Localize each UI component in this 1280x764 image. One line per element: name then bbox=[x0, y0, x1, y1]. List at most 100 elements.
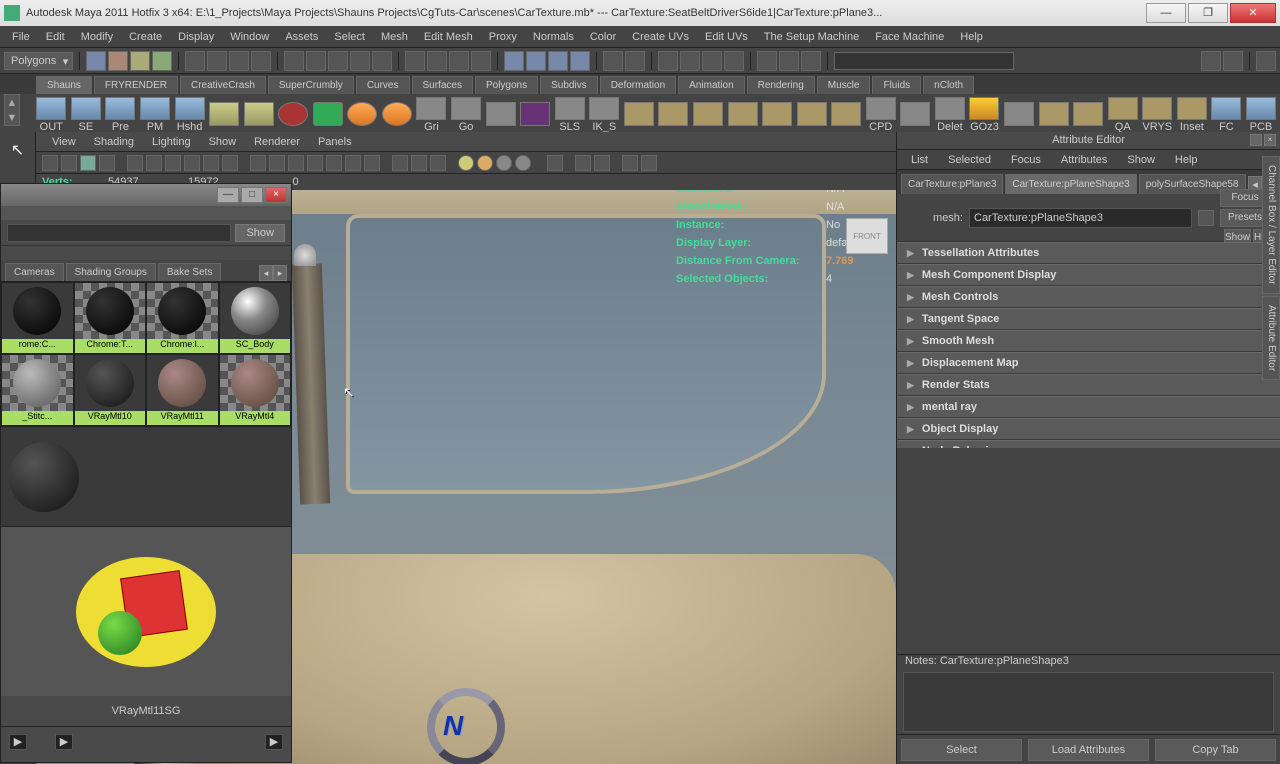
shelf-button[interactable]: SLS bbox=[554, 97, 585, 133]
tool-button[interactable] bbox=[471, 51, 491, 71]
panel-tool-button[interactable] bbox=[430, 155, 446, 171]
shelf-button[interactable] bbox=[796, 97, 827, 133]
tool-button[interactable] bbox=[526, 51, 546, 71]
panel-tool-button[interactable] bbox=[269, 155, 285, 171]
select-tool-icon[interactable]: ↖ bbox=[4, 138, 32, 162]
ae-menu-item[interactable]: Focus bbox=[1003, 152, 1049, 168]
panel-tool-button[interactable] bbox=[307, 155, 323, 171]
shelf-button[interactable] bbox=[278, 97, 309, 133]
shelf-button[interactable]: Gri bbox=[416, 97, 447, 133]
shelf-tab[interactable]: CreativeCrash bbox=[180, 76, 266, 94]
shelf-button[interactable] bbox=[382, 97, 413, 133]
shelf-button[interactable]: CPD bbox=[866, 97, 897, 133]
menu-item[interactable]: Help bbox=[952, 28, 991, 46]
shelf-button[interactable]: OUT bbox=[36, 97, 67, 133]
material-swatch[interactable]: Chrome:T... bbox=[74, 282, 147, 354]
shelf-tab[interactable]: FRYRENDER bbox=[94, 76, 178, 94]
ae-menu-item[interactable]: Show bbox=[1119, 152, 1163, 168]
panel-tool-button[interactable] bbox=[326, 155, 342, 171]
tool-button[interactable] bbox=[702, 51, 722, 71]
tool-button[interactable] bbox=[130, 51, 150, 71]
tool-button[interactable] bbox=[306, 51, 326, 71]
command-input[interactable] bbox=[834, 52, 1014, 70]
panel-tool-button[interactable] bbox=[641, 155, 657, 171]
maximize-button[interactable]: ❐ bbox=[1188, 3, 1228, 23]
menu-item[interactable]: Edit Mesh bbox=[416, 28, 481, 46]
ae-section-header[interactable]: ▶Smooth Mesh bbox=[897, 330, 1280, 352]
panel-tool-button[interactable] bbox=[99, 155, 115, 171]
shelf-button[interactable]: FC bbox=[1211, 97, 1242, 133]
panel-tool-button[interactable] bbox=[250, 155, 266, 171]
panel-tool-button[interactable] bbox=[364, 155, 380, 171]
shelf-tab[interactable]: SuperCrumbly bbox=[268, 76, 354, 94]
menu-item[interactable]: Select bbox=[326, 28, 373, 46]
ae-section-header[interactable]: ▶mental ray bbox=[897, 396, 1280, 418]
panel-tool-button[interactable] bbox=[127, 155, 143, 171]
menu-item[interactable]: Normals bbox=[525, 28, 582, 46]
shelf-tab[interactable]: Surfaces bbox=[412, 76, 473, 94]
panel-tool-button[interactable] bbox=[80, 155, 96, 171]
tool-button[interactable] bbox=[251, 51, 271, 71]
tool-button[interactable] bbox=[328, 51, 348, 71]
ae-node-tab[interactable]: CarTexture:pPlane3 bbox=[901, 174, 1003, 194]
ae-section-header[interactable]: ▶Displacement Map bbox=[897, 352, 1280, 374]
tool-button[interactable] bbox=[757, 51, 777, 71]
tool-button[interactable] bbox=[207, 51, 227, 71]
tool-button[interactable] bbox=[229, 51, 249, 71]
menu-item[interactable]: Proxy bbox=[481, 28, 525, 46]
tool-button[interactable] bbox=[570, 51, 590, 71]
tab-next-icon[interactable]: ▸ bbox=[273, 265, 287, 281]
tool-button[interactable] bbox=[284, 51, 304, 71]
ae-menu-item[interactable]: Selected bbox=[940, 152, 999, 168]
ae-section-header[interactable]: ▶Node Behavior bbox=[897, 440, 1280, 448]
shelf-tab[interactable]: Muscle bbox=[817, 76, 871, 94]
maximize-icon[interactable]: □ bbox=[241, 187, 263, 203]
panel-tool-button[interactable] bbox=[458, 155, 474, 171]
play-fwd-icon[interactable]: ▶ bbox=[265, 734, 283, 750]
minimize-icon[interactable]: — bbox=[217, 187, 239, 203]
shelf-button[interactable]: Delet bbox=[935, 97, 966, 133]
shelf-button[interactable] bbox=[1004, 97, 1035, 133]
shelf-button[interactable]: SE bbox=[71, 97, 102, 133]
tool-button[interactable] bbox=[449, 51, 469, 71]
shelf-button[interactable] bbox=[313, 97, 344, 133]
close-panel-icon[interactable]: × bbox=[1264, 134, 1276, 146]
shelf-button[interactable]: Go bbox=[451, 97, 482, 133]
shelf-button[interactable]: PCB bbox=[1246, 97, 1277, 133]
play-back-icon[interactable]: ▶ bbox=[9, 734, 27, 750]
menu-item[interactable]: Create bbox=[121, 28, 170, 46]
shelf-button[interactable] bbox=[1073, 97, 1104, 133]
menu-item[interactable]: Create UVs bbox=[624, 28, 697, 46]
undock-icon[interactable] bbox=[1250, 134, 1262, 146]
attribute-editor-tab[interactable]: Attribute Editor bbox=[1262, 296, 1280, 380]
panel-tool-button[interactable] bbox=[184, 155, 200, 171]
menu-item[interactable]: Edit UVs bbox=[697, 28, 756, 46]
material-swatch[interactable]: VRayMtl10 bbox=[74, 354, 147, 426]
tool-button[interactable] bbox=[801, 51, 821, 71]
ae-menu-item[interactable]: List bbox=[903, 152, 936, 168]
panel-tool-button[interactable] bbox=[61, 155, 77, 171]
panel-menu-item[interactable]: Renderer bbox=[246, 134, 308, 150]
ae-footer-button[interactable]: Copy Tab bbox=[1155, 739, 1276, 761]
shelf-button[interactable] bbox=[209, 97, 240, 133]
shelf-button[interactable]: Inset bbox=[1177, 97, 1208, 133]
ae-footer-button[interactable]: Load Attributes bbox=[1028, 739, 1149, 761]
tool-button[interactable] bbox=[1256, 51, 1276, 71]
shelf-button[interactable] bbox=[727, 97, 758, 133]
shelf-button[interactable]: Pre bbox=[105, 97, 136, 133]
shelf-button[interactable]: Hshd bbox=[174, 97, 205, 133]
close-icon[interactable]: × bbox=[265, 187, 287, 203]
tool-button[interactable] bbox=[185, 51, 205, 71]
menu-item[interactable]: Mesh bbox=[373, 28, 416, 46]
tool-button[interactable] bbox=[548, 51, 568, 71]
menu-item[interactable]: Modify bbox=[73, 28, 121, 46]
menu-item[interactable]: File bbox=[4, 28, 38, 46]
panel-menu-item[interactable]: Lighting bbox=[144, 134, 199, 150]
shelf-button[interactable] bbox=[900, 97, 931, 133]
panel-menu-item[interactable]: Panels bbox=[310, 134, 360, 150]
lock-icon[interactable] bbox=[1198, 210, 1214, 226]
ae-section-header[interactable]: ▶Tessellation Attributes bbox=[897, 242, 1280, 264]
panel-tool-button[interactable] bbox=[146, 155, 162, 171]
shelf-button[interactable]: QA bbox=[1107, 97, 1138, 133]
minimize-button[interactable]: — bbox=[1146, 3, 1186, 23]
